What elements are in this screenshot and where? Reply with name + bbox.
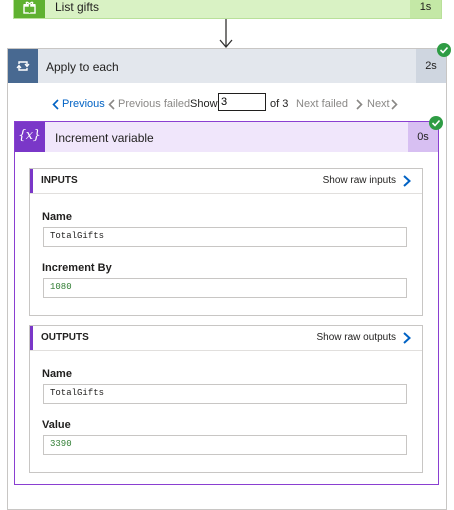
outputs-header: OUTPUTS Show raw outputs: [30, 326, 422, 351]
output-name-label: Name: [42, 368, 72, 380]
show-label: Show: [190, 98, 218, 110]
value-value: 3390: [50, 439, 72, 449]
apply-to-each-header[interactable]: Apply to each 2s: [8, 49, 446, 83]
list-gifts-icon: [14, 0, 45, 18]
increment-by-label: Increment By: [42, 262, 112, 274]
input-name-label: Name: [42, 211, 72, 223]
iteration-total-label: of 3: [270, 98, 289, 110]
apply-to-each-title: Apply to each: [46, 60, 119, 74]
input-name-value: TotalGifts: [50, 231, 105, 241]
step-success-check-icon: [429, 116, 443, 130]
outputs-accent-bar: [30, 326, 33, 350]
chevron-right-icon[interactable]: [402, 174, 412, 188]
chevron-right-icon: [391, 99, 398, 110]
previous-link[interactable]: Previous: [62, 98, 105, 110]
next-link[interactable]: Next: [367, 98, 390, 110]
inputs-heading: INPUTS: [41, 175, 78, 186]
output-name-field: TotalGifts: [43, 384, 407, 404]
value-field: 3390: [43, 435, 407, 455]
list-gifts-action-card[interactable]: List gifts 1s: [13, 0, 442, 19]
show-raw-outputs-link[interactable]: Show raw outputs: [317, 332, 397, 343]
chevron-right-icon[interactable]: [402, 331, 412, 345]
flow-arrow-down-icon: [219, 19, 233, 48]
increment-variable-card: {x} Increment variable 0s INPUTS Show ra…: [14, 121, 439, 485]
iteration-pager: Previous Previous failed Show of 3 Next …: [8, 93, 446, 115]
outputs-section: OUTPUTS Show raw outputs Name TotalGifts…: [29, 325, 423, 473]
chevron-left-icon: [52, 99, 59, 110]
iteration-number-input[interactable]: [218, 93, 266, 111]
inputs-header: INPUTS Show raw inputs: [30, 169, 422, 194]
chevron-right-icon: [356, 99, 363, 110]
outputs-heading: OUTPUTS: [41, 332, 89, 343]
variable-icon: {x}: [15, 122, 45, 152]
show-raw-inputs-link[interactable]: Show raw inputs: [323, 175, 396, 186]
next-failed-link[interactable]: Next failed: [296, 98, 348, 110]
chevron-left-icon: [108, 99, 115, 110]
increment-variable-title: Increment variable: [55, 131, 154, 145]
list-gifts-duration: 1s: [410, 0, 441, 18]
loop-success-check-icon: [437, 43, 451, 57]
inputs-section: INPUTS Show raw inputs Name TotalGifts I…: [29, 168, 423, 316]
output-name-value: TotalGifts: [50, 388, 105, 398]
increment-by-field: 1080: [43, 278, 407, 298]
increment-variable-header[interactable]: {x} Increment variable 0s: [15, 122, 438, 152]
loop-icon: [8, 49, 38, 83]
increment-by-value: 1080: [50, 282, 72, 292]
list-gifts-title: List gifts: [55, 0, 100, 14]
variable-icon-text: {x}: [18, 128, 41, 143]
value-label: Value: [42, 419, 71, 431]
input-name-field: TotalGifts: [43, 227, 407, 247]
inputs-accent-bar: [30, 169, 33, 193]
previous-failed-link[interactable]: Previous failed: [118, 98, 190, 110]
